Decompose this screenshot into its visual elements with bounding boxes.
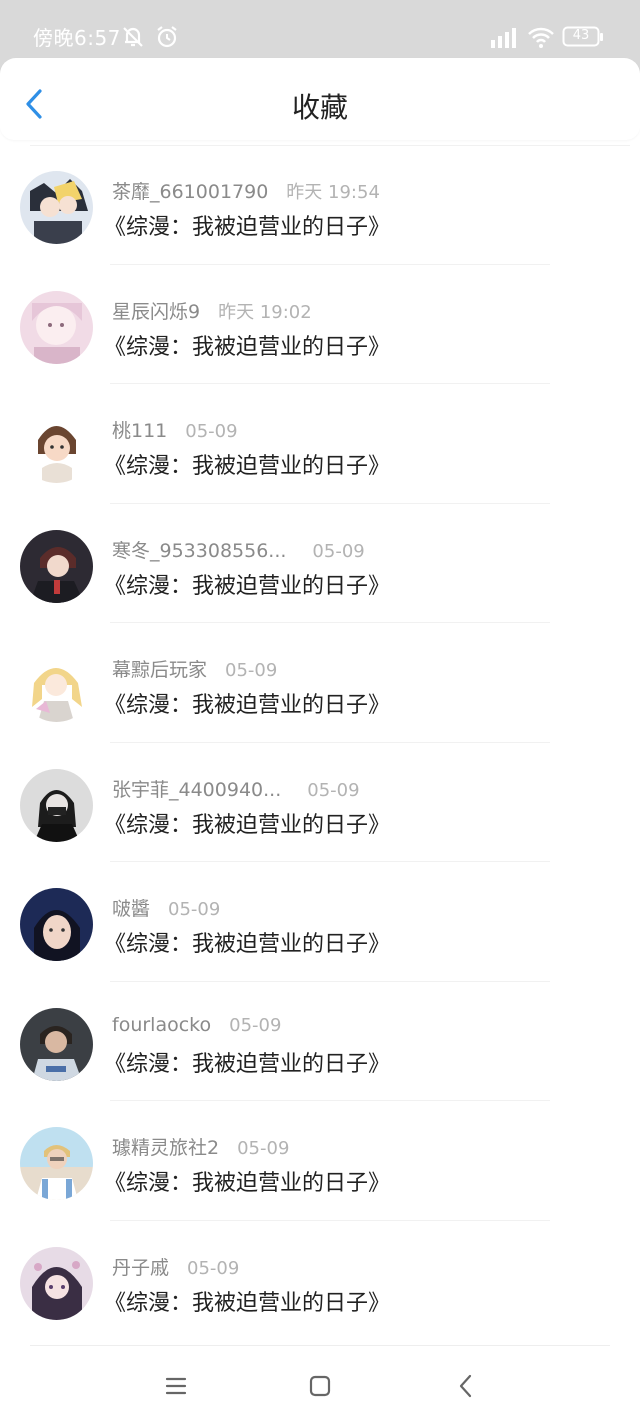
meta-line: 啵醬 05-09 [112,894,220,921]
page-title: 收藏 [291,91,348,124]
favorites-list: 茶靡_661001790 昨天 19:54 《综漫：我被迫营业的日子》 星辰闪烁… [0,145,640,1340]
user-name[interactable]: 张宇菲_4400940... [112,775,281,802]
app-header: 收藏 [0,58,640,140]
user-name[interactable]: 桃111 [112,416,167,443]
post-time: 05-09 [225,660,278,681]
meta-line: 寒冬_953308556... 05-09 [112,536,365,563]
book-title[interactable]: 《综漫：我被迫营业的日子》 [104,1046,390,1078]
meta-line: 茶靡_661001790 昨天 19:54 [112,177,380,204]
post-time: 昨天 19:54 [286,182,380,203]
battery-icon: 43 [562,26,604,48]
post-time: 05-09 [187,1257,240,1279]
list-item[interactable]: 桃111 05-09 《综漫：我被迫营业的日子》 [0,384,640,504]
list-item[interactable]: 寒冬_953308556... 05-09 《综漫：我被迫营业的日子》 [0,504,640,623]
list-item[interactable]: fourlaocko 05-09 《综漫：我被迫营业的日子》 [0,982,640,1101]
user-name[interactable]: 璩精灵旅社2 [112,1133,219,1160]
user-name[interactable]: fourlaocko [112,1014,211,1036]
user-name[interactable]: 丹子戚 [112,1253,169,1280]
book-title[interactable]: 《综漫：我被迫营业的日子》 [104,209,390,241]
divider [30,1345,610,1346]
user-name[interactable]: 茶靡_661001790 [112,177,268,204]
list-item[interactable]: 幕黥后玩家 05-09 《综漫：我被迫营业的日子》 [0,623,640,743]
user-name[interactable]: 幕黥后玩家 [112,655,207,682]
book-title[interactable]: 《综漫：我被迫营业的日子》 [104,329,390,361]
meta-line: 星辰闪烁9 昨天 19:02 [112,297,312,324]
post-time: 05-09 [168,899,221,920]
signal-icon [488,24,520,54]
avatar[interactable] [20,529,93,603]
meta-line: fourlaocko 05-09 [112,1014,281,1036]
avatar[interactable] [20,1127,93,1200]
system-nav-bar [0,1350,640,1422]
list-item[interactable]: 丹子戚 05-09 《综漫：我被迫营业的日子》 [0,1221,640,1341]
status-time: 傍晚6:57 [33,26,121,50]
book-title[interactable]: 《综漫：我被迫营业的日子》 [104,807,390,839]
meta-line: 桃111 05-09 [112,416,238,443]
post-time: 昨天 19:02 [218,301,312,323]
alarm-icon [154,24,180,54]
mute-icon [120,24,146,54]
post-time: 05-09 [229,1014,282,1036]
avatar[interactable] [20,888,93,961]
list-item[interactable]: 茶靡_661001790 昨天 19:54 《综漫：我被迫营业的日子》 [0,145,640,265]
meta-line: 张宇菲_4400940... 05-09 [112,775,360,802]
meta-line: 璩精灵旅社2 05-09 [112,1133,289,1160]
avatar[interactable] [20,649,93,722]
user-name[interactable]: 星辰闪烁9 [112,297,200,324]
menu-icon [165,1377,187,1395]
battery-level: 43 [572,28,590,43]
avatar[interactable] [20,1246,93,1320]
user-name[interactable]: 寒冬_953308556... [112,536,286,563]
menu-button[interactable] [160,1370,192,1402]
meta-line: 丹子戚 05-09 [112,1253,239,1280]
wifi-icon [527,25,555,53]
book-title[interactable]: 《综漫：我被迫营业的日子》 [104,448,390,480]
post-time: 05-09 [307,779,360,801]
avatar[interactable] [20,410,93,483]
list-item[interactable]: 啵醬 05-09 《综漫：我被迫营业的日子》 [0,862,640,982]
back-icon [459,1374,472,1398]
post-time: 05-09 [312,540,365,562]
book-title[interactable]: 《综漫：我被迫营业的日子》 [104,1285,390,1317]
book-title[interactable]: 《综漫：我被迫营业的日子》 [104,568,390,600]
avatar[interactable] [20,768,93,842]
avatar[interactable] [20,290,93,364]
home-button[interactable] [304,1370,336,1402]
list-item[interactable]: 张宇菲_4400940... 05-09 《综漫：我被迫营业的日子》 [0,743,640,862]
book-title[interactable]: 《综漫：我被迫营业的日子》 [104,926,390,958]
system-back-button[interactable] [450,1370,482,1402]
meta-line: 幕黥后玩家 05-09 [112,655,277,682]
book-title[interactable]: 《综漫：我被迫营业的日子》 [104,1165,390,1197]
list-item[interactable]: 星辰闪烁9 昨天 19:02 《综漫：我被迫营业的日子》 [0,265,640,384]
post-time: 05-09 [185,421,238,442]
user-name[interactable]: 啵醬 [112,894,150,921]
book-title[interactable]: 《综漫：我被迫营业的日子》 [104,687,390,719]
post-time: 05-09 [237,1138,290,1159]
avatar[interactable] [20,1007,93,1081]
avatar[interactable] [20,171,93,244]
home-icon [309,1375,331,1397]
list-item[interactable]: 璩精灵旅社2 05-09 《综漫：我被迫营业的日子》 [0,1101,640,1221]
